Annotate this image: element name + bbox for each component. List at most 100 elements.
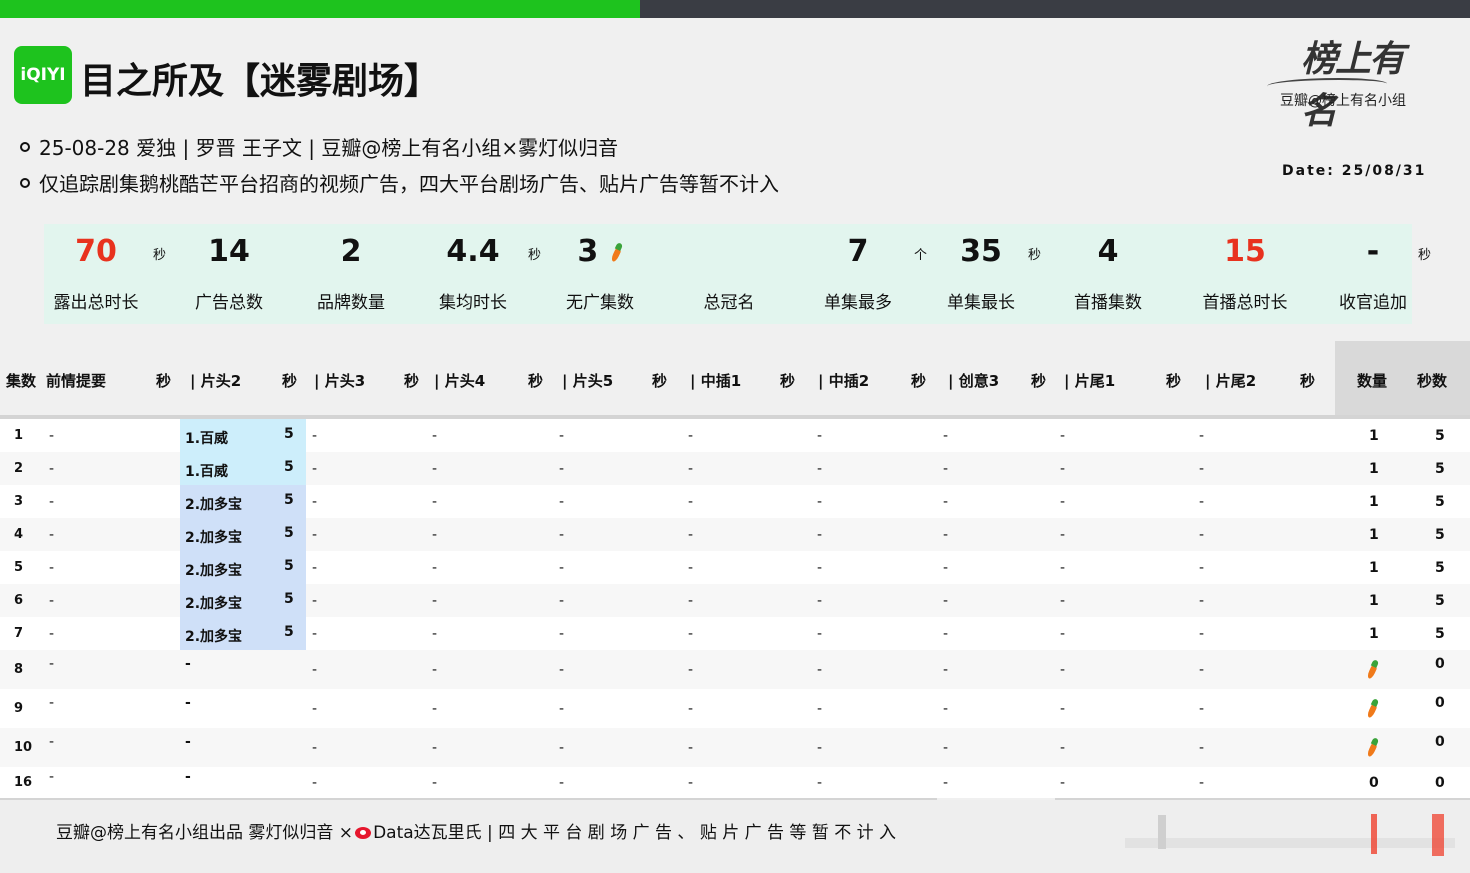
stat-finale-extra: - 收官追加	[1313, 224, 1433, 324]
empty-cell: -	[943, 740, 949, 756]
summary-header-bg	[1335, 341, 1470, 415]
ad-count: 1	[1369, 593, 1379, 609]
empty-cell: -	[688, 662, 694, 678]
stat-value-text: 3	[577, 234, 599, 269]
ad-brand: -	[185, 734, 191, 750]
ad-brand: -	[185, 769, 191, 785]
table-row: 4 - - - - - - - - - 2.加多宝 5 1 5	[0, 518, 1470, 551]
ad-seconds: 5	[284, 459, 294, 475]
info-text-1: 25-08-28 爱独 | 罗晋 王子文 | 豆瓣@榜上有名小组×雾灯似归音	[39, 136, 619, 160]
empty-cell: -	[559, 662, 565, 678]
stat-no-ad-episodes: 3 无广集数	[540, 224, 660, 324]
empty-cell: -	[312, 560, 318, 576]
footer-text-right: Data达瓦里氏 | 四 大 平 台 剧 场 广 告 、 贴 片 广 告 等 暂…	[373, 823, 897, 843]
episode-number: 16	[14, 775, 33, 790]
col-header: 秒	[404, 372, 420, 390]
empty-cell: -	[49, 494, 55, 510]
stat-ad-count: 14 广告总数	[169, 224, 289, 324]
col-header: 秒	[652, 372, 668, 390]
col-header: | 创意3	[948, 372, 1000, 390]
stat-label: 露出总时长	[53, 293, 139, 313]
empty-cell: -	[817, 527, 823, 543]
empty-cell: -	[943, 662, 949, 678]
empty-cell: -	[432, 626, 438, 642]
stat-label: 首播总时长	[1202, 293, 1288, 313]
col-header: | 片头3	[314, 372, 366, 390]
empty-cell: -	[312, 740, 318, 756]
unit-sec: 秒	[1418, 248, 1432, 263]
empty-cell: -	[432, 593, 438, 609]
episode-number: 5	[14, 560, 24, 575]
footer-text: 豆瓣@榜上有名小组出品 雾灯似归音 × Data达瓦里氏 | 四 大 平 台 剧 …	[56, 818, 896, 843]
table-row: 3 - - - - - - - - - 2.加多宝 5 1 5	[0, 485, 1470, 518]
empty-cell: -	[432, 494, 438, 510]
col-header: 秒	[780, 372, 796, 390]
total-seconds: 5	[1435, 461, 1445, 477]
empty-cell: -	[817, 593, 823, 609]
decorative-bar	[1432, 814, 1444, 856]
empty-cell: -	[1060, 593, 1066, 609]
empty-cell: -	[1199, 560, 1205, 576]
empty-cell: -	[817, 428, 823, 444]
empty-cell: -	[688, 593, 694, 609]
empty-cell: -	[1060, 775, 1066, 791]
col-header: | 片尾2	[1205, 372, 1257, 390]
empty-cell: -	[432, 428, 438, 444]
stat-value: 4.4	[446, 234, 500, 269]
empty-cell: -	[432, 461, 438, 477]
col-header: 秒	[1300, 372, 1316, 390]
empty-cell: -	[943, 626, 949, 642]
empty-cell: -	[817, 560, 823, 576]
ad-count: 0	[1369, 775, 1379, 791]
empty-cell: -	[559, 701, 565, 717]
empty-cell: -	[1199, 740, 1205, 756]
ad-brand: -	[185, 656, 191, 672]
col-header: | 片头2	[190, 372, 242, 390]
table-row: 5 - - - - - - - - - 2.加多宝 5 1 5	[0, 551, 1470, 584]
episode-number: 3	[14, 494, 24, 509]
empty-cell: -	[312, 593, 318, 609]
stat-label: 收官追加	[1339, 293, 1407, 313]
empty-cell: -	[943, 494, 949, 510]
unit-sec: 秒	[153, 248, 167, 263]
stat-label: 首播集数	[1074, 293, 1142, 313]
ad-seconds: 5	[284, 426, 294, 442]
ad-brand: 2.加多宝	[185, 530, 243, 546]
table-row: 2 - - - - - - - - - 1.百威 5 1 5	[0, 452, 1470, 485]
table-row: 8 - - - - - - - - - - 0	[0, 650, 1470, 689]
table-header: 集数 前情提要 秒 | 片头2 秒 | 片头3 秒 | 片头4 秒 | 片头5 …	[0, 341, 1470, 415]
empty-cell: -	[943, 593, 949, 609]
ad-brand: 1.百威	[185, 431, 229, 447]
stat-value: 4	[1097, 234, 1119, 269]
table-row: 9 - - - - - - - - - - 0	[0, 689, 1470, 728]
empty-cell: -	[817, 461, 823, 477]
table-row: 1 - - - - - - - - - 1.百威 5 1 5	[0, 419, 1470, 452]
top-bar-accent	[0, 0, 640, 18]
empty-cell: -	[432, 775, 438, 791]
empty-cell: -	[817, 701, 823, 717]
empty-cell: -	[49, 527, 55, 543]
unit-sec: 秒	[1028, 248, 1042, 263]
empty-cell: -	[1060, 461, 1066, 477]
empty-cell: -	[688, 701, 694, 717]
stat-label: 品牌数量	[317, 293, 385, 313]
table-row: 6 - - - - - - - - - 2.加多宝 5 1 5	[0, 584, 1470, 617]
col-header: 秒	[156, 372, 172, 390]
stat-label: 广告总数	[195, 293, 263, 313]
total-seconds: 5	[1435, 428, 1445, 444]
bullet-icon	[20, 141, 30, 152]
ad-count: 1	[1369, 494, 1379, 510]
col-header: 集数	[6, 372, 37, 390]
empty-cell: -	[688, 775, 694, 791]
stat-value: 15	[1224, 234, 1266, 269]
ad-seconds: 5	[284, 591, 294, 607]
stat-label: 单集最多	[824, 293, 892, 313]
brand-logo: 榜上有名 豆瓣@榜上有名小组	[1265, 30, 1435, 132]
empty-cell: -	[688, 527, 694, 543]
ad-seconds: 5	[284, 525, 294, 541]
empty-cell: -	[943, 701, 949, 717]
stat-label: 单集最长	[947, 293, 1015, 313]
empty-cell: -	[1199, 494, 1205, 510]
col-header: 秒	[1031, 372, 1047, 390]
table-row: 10 - - - - - - - - - - 0	[0, 728, 1470, 767]
